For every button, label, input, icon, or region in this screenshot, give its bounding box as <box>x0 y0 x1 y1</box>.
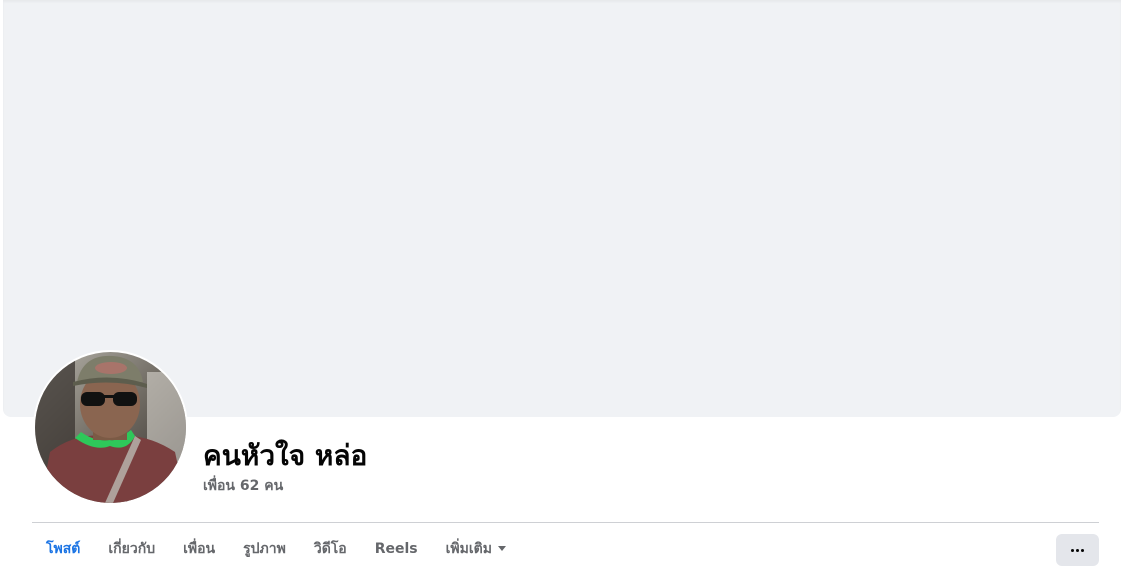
profile-name: คนหัวใจ หล่อ <box>203 439 368 472</box>
tab-friends[interactable]: เพื่อน <box>169 531 229 566</box>
avatar-image <box>35 352 186 503</box>
tab-label: วิดีโอ <box>313 540 347 557</box>
tab-reels[interactable]: Reels <box>361 531 432 566</box>
tab-label: เพื่อน <box>183 540 216 557</box>
more-actions-button[interactable] <box>1056 534 1099 566</box>
tab-label: Reels <box>374 540 418 557</box>
tab-more[interactable]: เพิ่มเติม <box>432 531 520 566</box>
tab-label: เกี่ยวกับ <box>108 540 156 557</box>
tab-photos[interactable]: รูปภาพ <box>229 531 300 566</box>
cover-photo[interactable] <box>3 0 1121 417</box>
friend-count-link[interactable]: เพื่อน 62 คน <box>203 476 283 496</box>
tab-posts[interactable]: โพสต์ <box>32 531 94 566</box>
divider <box>32 522 1099 523</box>
tab-label: เพิ่มเติม <box>445 540 492 557</box>
caret-down-icon <box>497 546 506 551</box>
tab-label: โพสต์ <box>46 540 81 557</box>
profile-tabs: โพสต์ เกี่ยวกับ เพื่อน รูปภาพ วิดีโอ Ree… <box>32 531 520 566</box>
profile-picture[interactable] <box>33 350 188 505</box>
avatar <box>35 352 186 503</box>
tab-about[interactable]: เกี่ยวกับ <box>94 531 169 566</box>
tab-label: รูปภาพ <box>243 540 286 557</box>
ellipsis-icon <box>1071 548 1084 552</box>
tab-videos[interactable]: วิดีโอ <box>300 531 361 566</box>
profile-page: คนหัวใจ หล่อ เพื่อน 62 คน โพสต์ เกี่ยวกั… <box>0 0 1121 566</box>
